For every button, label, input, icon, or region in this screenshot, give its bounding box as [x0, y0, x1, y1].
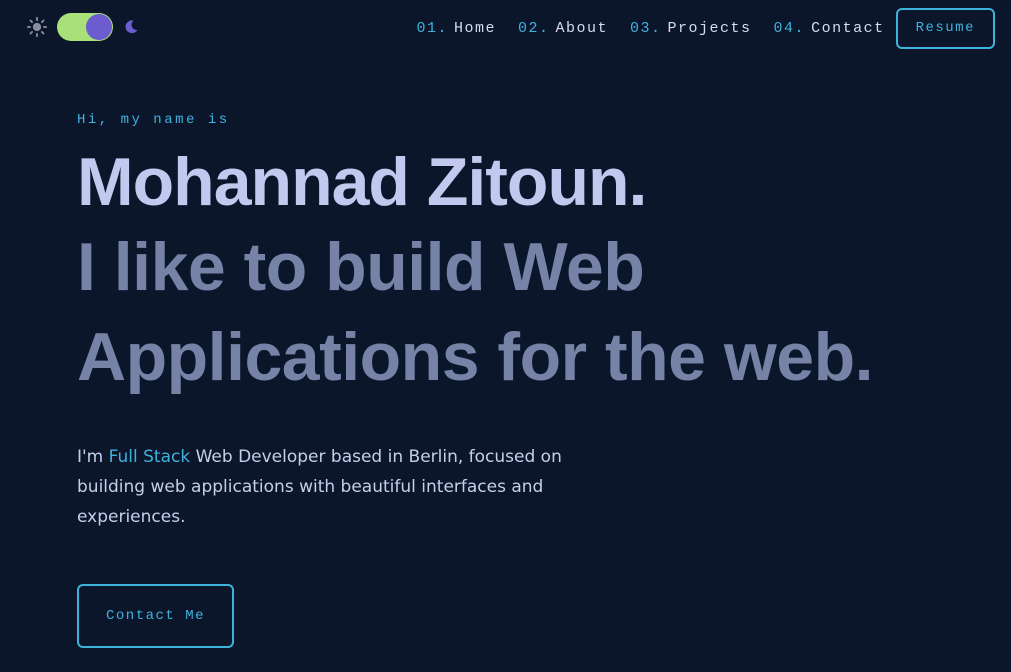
- nav-number: 04.: [773, 19, 806, 37]
- hero-section: Hi, my name is Mohannad Zitoun. I like t…: [77, 108, 977, 648]
- nav-label: Home: [453, 19, 496, 37]
- nav-label: Contact: [811, 19, 885, 37]
- resume-button[interactable]: Resume: [895, 7, 995, 49]
- nav-link-projects[interactable]: 03. Projects: [630, 20, 752, 37]
- nav-label: About: [555, 19, 609, 37]
- sun-icon[interactable]: [26, 16, 48, 38]
- nav-number: 03.: [630, 19, 662, 37]
- intro-paragraph: I'm Full Stack Web Developer based in Be…: [77, 442, 617, 532]
- site-header: 01. Home 02. About 03. Projects 04. Contact …: [0, 0, 1011, 56]
- hero-tagline-line1: I like to build Web: [77, 229, 645, 305]
- contact-me-button[interactable]: Contact Me: [77, 584, 234, 648]
- nav-link-contact[interactable]: 04. Contact: [774, 20, 885, 37]
- nav-link-about[interactable]: 02. About: [518, 20, 608, 37]
- theme-switch-knob: [86, 14, 112, 40]
- theme-toggle: [26, 13, 140, 41]
- nav-label: Projects: [667, 19, 752, 37]
- hero-name: Mohannad Zitoun.: [77, 144, 647, 220]
- intro-prefix: I'm: [77, 447, 109, 467]
- hero-tagline-line2: Applications for the web.: [77, 319, 874, 395]
- nav-link-home[interactable]: 01. Home: [416, 20, 496, 37]
- theme-switch[interactable]: [57, 13, 113, 41]
- nav-number: 02.: [517, 19, 550, 37]
- greeting-text: Hi, my name is: [77, 112, 230, 128]
- main-nav: 01. Home 02. About 03. Projects 04. Contact …: [416, 0, 995, 56]
- moon-icon[interactable]: [122, 18, 140, 36]
- nav-number: 01.: [416, 19, 448, 37]
- intro-highlight: Full Stack: [108, 447, 191, 467]
